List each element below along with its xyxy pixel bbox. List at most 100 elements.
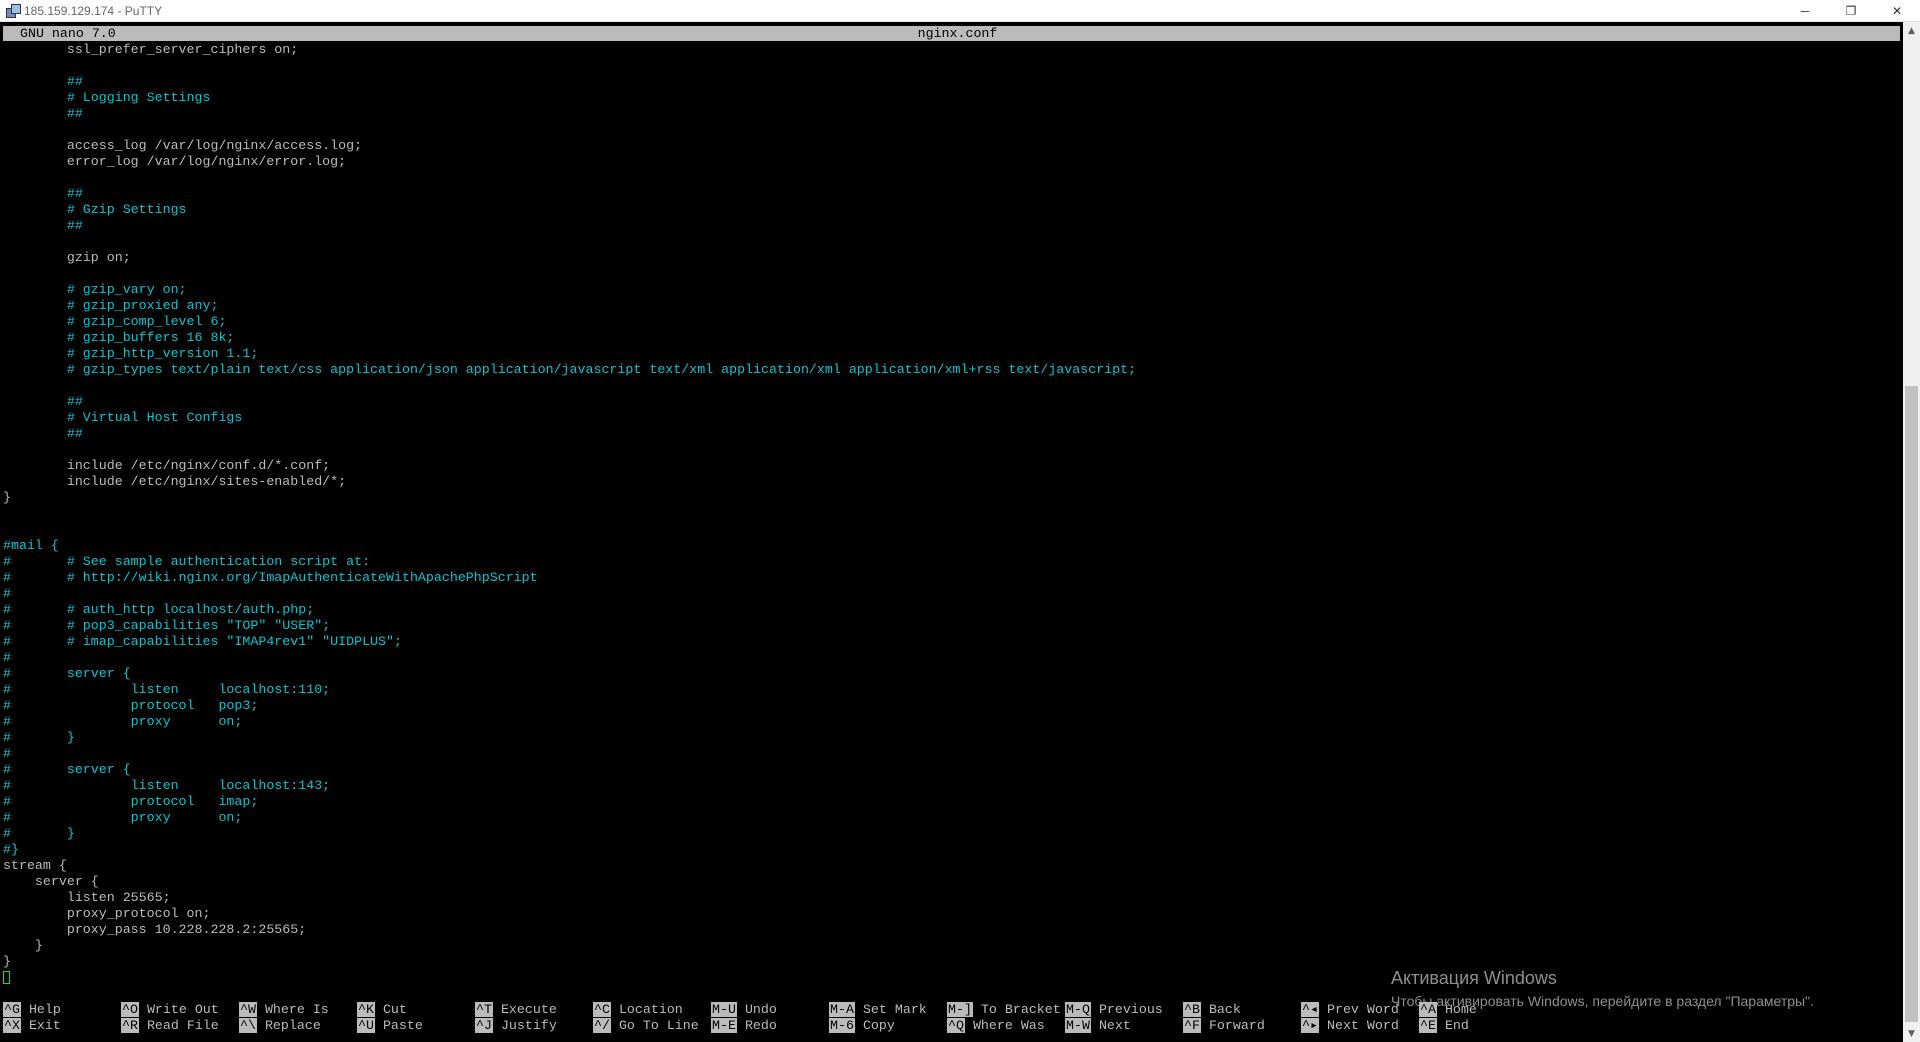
terminal-area[interactable]: GNU nano 7.0 nginx.conf ssl_prefer_serve… (0, 22, 1903, 1042)
code-line: # } (3, 730, 1900, 746)
shortcut-label: Paste (382, 1018, 423, 1033)
code-line: # listen localhost:110; (3, 682, 1900, 698)
comment-text: # server { (3, 762, 131, 777)
code-line: ## (3, 186, 1900, 202)
code-line: } (3, 490, 1900, 506)
code-line: gzip on; (3, 250, 1900, 266)
code-text: stream { (3, 858, 67, 873)
code-line: proxy_pass 10.228.228.2:25565; (3, 922, 1900, 938)
minimize-button[interactable]: ─ (1782, 0, 1828, 22)
shortcut-label: Help (28, 1002, 61, 1017)
code-line: # Gzip Settings (3, 202, 1900, 218)
code-line: # protocol imap; (3, 794, 1900, 810)
window-titlebar[interactable]: 185.159.129.174 - PuTTY ─ ❐ ✕ (0, 0, 1920, 22)
code-line: # # auth_http localhost/auth.php; (3, 602, 1900, 618)
code-text: gzip on; (3, 250, 131, 265)
comment-text: # Logging Settings (3, 90, 211, 105)
close-button[interactable]: ✕ (1874, 0, 1920, 22)
shortcut-label: Set Mark (862, 1002, 927, 1017)
shortcut-label: Exit (28, 1018, 61, 1033)
shortcut-key: ^W (239, 1002, 257, 1017)
shortcut-key: M-Q (1065, 1002, 1091, 1017)
code-text: access_log /var/log/nginx/access.log; (3, 138, 363, 153)
putty-icon (6, 3, 21, 18)
shortcut-key: ^T (475, 1002, 493, 1017)
code-line: access_log /var/log/nginx/access.log; (3, 138, 1900, 154)
shortcut-item: ^◂ Prev Word (1301, 1002, 1399, 1017)
scroll-up-arrow-icon[interactable]: ▲ (1903, 22, 1920, 39)
shortcut-item: ^/ Go To Line (593, 1018, 699, 1033)
comment-text: # protocol pop3; (3, 698, 259, 713)
code-text: } (3, 954, 11, 969)
code-line: ## (3, 106, 1900, 122)
shortcut-key: ^X (3, 1018, 21, 1033)
shortcut-item: M-6 Copy (829, 1018, 895, 1033)
shortcut-item: ^T Execute (475, 1002, 557, 1017)
code-line: # server { (3, 666, 1900, 682)
comment-text: # gzip_buffers 16 8k; (3, 330, 235, 345)
window-title: 185.159.129.174 - PuTTY (24, 3, 163, 18)
code-line: # Virtual Host Configs (3, 410, 1900, 426)
code-line: # server { (3, 762, 1900, 778)
shortcut-item: M-E Redo (711, 1018, 777, 1033)
shortcut-item: ^Q Where Was (947, 1018, 1045, 1033)
code-line: # gzip_proxied any; (3, 298, 1900, 314)
shortcut-label: Read File (146, 1018, 219, 1033)
shortcut-item: ^U Paste (357, 1018, 423, 1033)
shortcut-key: ^/ (593, 1018, 611, 1033)
code-line: # proxy on; (3, 714, 1900, 730)
shortcut-item: ^X Exit (3, 1018, 61, 1033)
shortcut-key: ^J (475, 1018, 493, 1033)
code-line: listen 25565; (3, 890, 1900, 906)
shortcut-label: Forward (1208, 1018, 1265, 1033)
code-text: } (3, 938, 43, 953)
code-line: # protocol pop3; (3, 698, 1900, 714)
shortcut-key: ^◂ (1301, 1002, 1319, 1017)
restore-button[interactable]: ❐ (1828, 0, 1874, 22)
shortcut-item: ^G Help (3, 1002, 61, 1017)
comment-text: ## (3, 106, 83, 121)
code-line: # gzip_http_version 1.1; (3, 346, 1900, 362)
scroll-down-arrow-icon[interactable]: ▼ (1903, 1025, 1920, 1042)
shortcut-item: ^E End (1419, 1018, 1469, 1033)
editor-content[interactable]: ssl_prefer_server_ciphers on; ## # Loggi… (3, 42, 1900, 986)
comment-text: # proxy on; (3, 714, 243, 729)
shortcut-label: Next (1098, 1018, 1131, 1033)
shortcut-label: Go To Line (618, 1018, 699, 1033)
code-line: server { (3, 874, 1900, 890)
comment-text: # gzip_proxied any; (3, 298, 219, 313)
comment-text: # # auth_http localhost/auth.php; (3, 602, 315, 617)
code-text: listen 25565; (3, 890, 171, 905)
code-text: include /etc/nginx/sites-enabled/*; (3, 474, 347, 489)
vertical-scrollbar[interactable]: ▲ ▼ (1903, 22, 1920, 1042)
nano-filename: nginx.conf (917, 26, 998, 41)
code-text: error_log /var/log/nginx/error.log; (3, 154, 347, 169)
shortcut-key: M-U (711, 1002, 737, 1017)
code-text: ssl_prefer_server_ciphers on; (3, 42, 299, 57)
shortcut-label: Justify (500, 1018, 557, 1033)
comment-text: ## (3, 218, 83, 233)
shortcut-label: To Bracket (980, 1002, 1061, 1017)
shortcut-label: Prev Word (1326, 1002, 1399, 1017)
comment-text: # # http://wiki.nginx.org/ImapAuthentica… (3, 570, 538, 585)
scroll-thumb[interactable] (1905, 386, 1918, 1022)
code-line: # Logging Settings (3, 90, 1900, 106)
shortcut-item: M-A Set Mark (829, 1002, 927, 1017)
shortcut-item: M-] To Bracket (947, 1002, 1061, 1017)
shortcut-label: Redo (744, 1018, 777, 1033)
code-line: proxy_protocol on; (3, 906, 1900, 922)
comment-text: ## (3, 186, 83, 201)
code-line: error_log /var/log/nginx/error.log; (3, 154, 1900, 170)
code-line: # (3, 650, 1900, 666)
code-line: ## (3, 426, 1900, 442)
shortcut-key: M-A (829, 1002, 855, 1017)
shortcut-label: Where Is (264, 1002, 329, 1017)
code-line: # (3, 586, 1900, 602)
